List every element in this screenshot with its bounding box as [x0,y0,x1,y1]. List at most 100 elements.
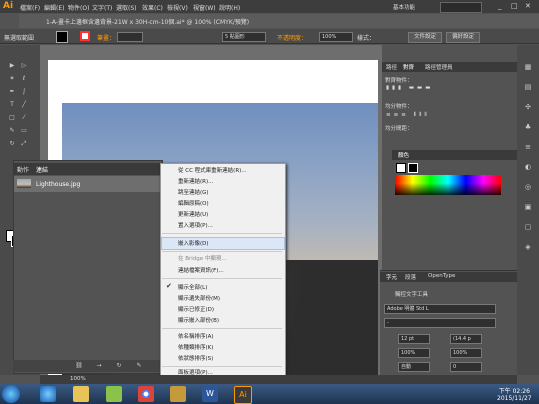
preferences-button[interactable]: 偏好設定 [446,32,480,43]
tab-color[interactable]: 顏色 [398,151,409,159]
menu-window[interactable]: 視窗(W) [193,3,216,12]
font-style-select[interactable]: - [384,318,496,328]
menu-file[interactable]: 檔案(F) [20,3,40,12]
magic-wand-tool-icon[interactable]: ✶ [8,75,16,83]
menu-item-show-embedded[interactable]: 顯示嵌入部份(B) [178,316,219,324]
explorer-icon[interactable] [73,386,89,402]
word-icon[interactable]: W [202,386,218,402]
stroke-weight-input[interactable] [117,32,143,42]
document-setup-button[interactable]: 文件設定 [408,32,442,43]
illustrator-taskbar-icon[interactable]: Ai [234,386,252,404]
maximize-icon[interactable]: □ [511,2,518,10]
lasso-tool-icon[interactable]: ℓ [20,75,28,83]
pencil-tool-icon[interactable]: ✎ [8,127,16,135]
rotate-tool-icon[interactable]: ↻ [8,140,16,148]
menu-item-edit-original[interactable]: 編輯原稿(O) [178,199,209,207]
menu-item-relink[interactable]: 重新連結(R)... [178,177,213,185]
menu-effect[interactable]: 效果(C) [142,3,163,12]
rectangle-tool-icon[interactable]: □ [8,114,16,122]
tab-character[interactable]: 字元 [386,273,397,281]
update-link-icon[interactable]: ↻ [115,362,123,370]
menu-item-sort-kind[interactable]: 依種類排序(K) [178,343,213,351]
touch-type-tool-button[interactable]: 觸控文字工具 [395,290,428,298]
tab-links[interactable]: 連結 [36,165,48,174]
menu-item-reveal-in-bridge[interactable]: 在 Bridge 中顯現... [178,254,227,262]
menu-select[interactable]: 選取(S) [116,3,137,12]
eraser-tool-icon[interactable]: ▭ [20,127,28,135]
appearance-icon[interactable]: ◎ [523,182,533,192]
menu-item-link-file-info[interactable]: 連結檔案資訊(F)... [178,266,224,274]
layers-icon[interactable]: ◈ [523,242,533,252]
color-guide-icon[interactable]: ▦ [523,62,533,72]
menu-item-show-missing[interactable]: 顯示遺失部份(M) [178,294,220,302]
distribute-objects-buttons[interactable]: ≡≡≡ ⦀⦀⦀ [386,112,430,119]
edit-original-icon[interactable]: ✎ [135,362,143,370]
close-icon[interactable]: ✕ [525,2,531,10]
tab-paragraph[interactable]: 段落 [405,273,416,281]
menu-item-embed-image[interactable]: 嵌入影像(D) [178,239,209,247]
menu-item-relink-cc[interactable]: 從 CC 程式庫重新連結(R)... [178,166,247,174]
menu-type[interactable]: 文字(T) [92,3,112,12]
relink-icon[interactable]: ⛓ [75,362,83,370]
menu-item-update-link[interactable]: 更新連結(U) [178,210,208,218]
taskbar-app-icon-2[interactable] [170,386,186,402]
type-tool-icon[interactable]: T [8,101,16,109]
align-objects-buttons[interactable]: ▮▮▮ ▬▬▬ [386,85,433,91]
brushes-icon[interactable]: ✣ [523,102,533,112]
line-tool-icon[interactable]: ╱ [20,101,28,109]
stroke-panel-icon[interactable]: ≡ [523,142,533,152]
stroke-swatch[interactable] [80,31,90,41]
curvature-tool-icon[interactable]: ∫ [20,88,28,96]
font-size-input[interactable]: 12 pt [398,334,430,344]
menu-edit[interactable]: 編輯(E) [44,3,64,12]
document-tab[interactable]: 1-A-畫卡上邊框含邊背景-21W x 30H-cm-10個.ai* @ 100… [46,17,249,26]
pen-tool-icon[interactable]: ✒ [8,88,16,96]
ie-icon[interactable] [40,386,56,402]
menu-item-sort-name[interactable]: 依名稱排序(A) [178,332,214,340]
workspace-switcher[interactable]: 基本功能 [393,3,415,11]
tab-align[interactable]: 對齊 [403,63,414,71]
horizontal-scale-input[interactable]: 100% [450,348,482,358]
menu-object[interactable]: 物件(O) [68,3,89,12]
opacity-input[interactable]: 100% [319,32,353,42]
font-family-select[interactable]: Adobe 明體 Std L [384,304,496,314]
brush-definition[interactable]: 5 點圓形 [222,32,266,42]
zoom-level[interactable]: 100% [70,376,86,382]
tab-pathfinder-short[interactable]: 路徑 [386,63,397,71]
opacity-label[interactable]: 不透明度： [277,33,307,42]
menu-help[interactable]: 說明(H) [219,3,240,12]
selection-tool-icon[interactable]: ▶ [8,62,16,70]
color-stroke-icon[interactable] [408,163,418,173]
stroke-label[interactable]: 筆畫： [97,33,115,42]
scale-tool-icon[interactable]: ⤢ [20,140,28,148]
vertical-scale-input[interactable]: 100% [398,348,430,358]
symbols-icon[interactable]: ♣ [523,122,533,132]
gradient-panel-icon[interactable]: ◐ [523,162,533,172]
tracking-input[interactable]: 0 [450,362,482,372]
menu-view[interactable]: 檢視(V) [167,3,188,12]
go-to-link-icon[interactable]: → [95,362,103,370]
artboards-icon[interactable]: ▢ [523,222,533,232]
menu-item-sort-status[interactable]: 依狀態排序(S) [178,354,213,362]
leading-input[interactable]: (14.4 p [450,334,482,344]
swatches-icon[interactable]: ▤ [523,82,533,92]
tab-pathfinder[interactable]: 路徑管理員 [425,63,453,71]
start-button-icon[interactable] [2,385,20,403]
tab-opentype[interactable]: OpenType [428,273,455,279]
kerning-input[interactable]: 自動 [398,362,430,372]
color-fill-icon[interactable] [396,163,406,173]
menu-item-show-modified[interactable]: 顯示已修正(D) [178,305,214,313]
search-input[interactable] [440,2,482,13]
chrome-icon[interactable] [138,386,154,402]
menu-item-placement-options[interactable]: 置入選項(P)... [178,221,213,229]
graphic-styles-icon[interactable]: ▣ [523,202,533,212]
minimize-icon[interactable]: _ [498,2,502,10]
menu-item-go-to-link[interactable]: 跳至連結(G) [178,188,209,196]
taskbar-clock[interactable]: 下午 02:26 2015/11/27 [497,386,532,402]
menu-item-show-all[interactable]: 顯示全部(L) [178,283,207,291]
fill-swatch[interactable] [56,31,68,43]
paintbrush-tool-icon[interactable]: ⁄ [20,114,28,122]
tab-actions[interactable]: 動作 [17,165,29,174]
taskbar-app-icon[interactable] [106,386,122,402]
direct-selection-tool-icon[interactable]: ▷ [20,62,28,70]
